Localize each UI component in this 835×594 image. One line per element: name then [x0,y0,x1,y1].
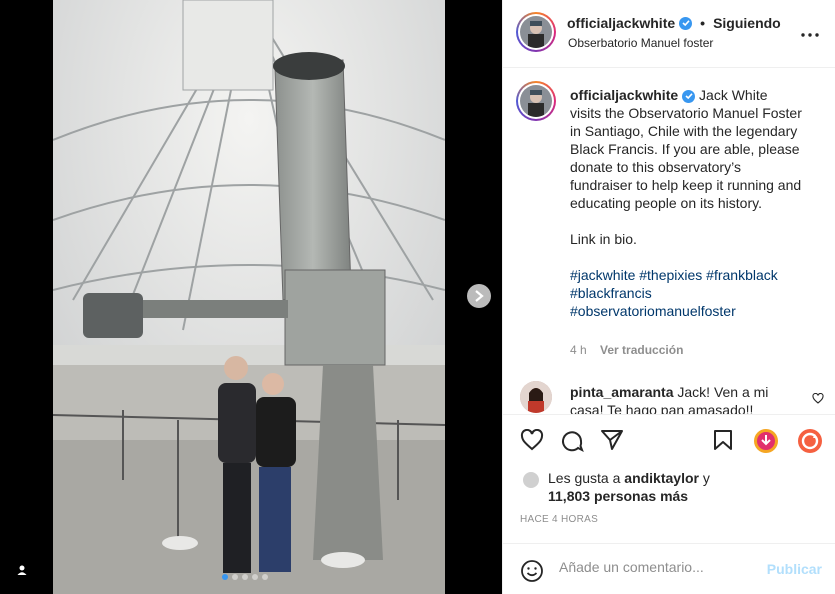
download-extension-button[interactable] [753,428,779,459]
translate-link[interactable]: Ver traducción [600,343,683,357]
comment-username[interactable]: pinta_amaranta [570,384,673,400]
heart-icon [812,392,824,404]
post-timestamp[interactable]: HACE 4 HORAS [520,514,598,525]
sync-icon [798,429,822,453]
sync-extension-button[interactable] [797,428,823,459]
author-avatar[interactable] [516,12,556,52]
carousel-indicators [222,574,268,580]
post-side-panel: officialjackwhite • Siguiendo Obserbator… [502,0,835,594]
caption-body: Jack White visits the Observatorio Manue… [570,87,802,211]
emoji-icon [521,560,543,582]
comment-icon [562,431,584,453]
add-comment-bar: Publicar [503,543,835,594]
heart-icon [520,428,544,451]
likes-prefix: Les gusta a [548,470,625,486]
observatory-photo-illustration [53,0,445,594]
download-icon [754,429,778,453]
likes-count[interactable]: 11,803 personas más [548,488,688,504]
more-options-button[interactable] [801,24,819,42]
user-tag-icon [17,565,27,575]
following-button[interactable]: Siguiendo [713,15,781,31]
separator-dot: • [700,15,706,31]
caption-avatar[interactable] [516,81,556,121]
verified-icon [682,89,696,103]
next-arrow-icon [475,290,484,302]
publish-button[interactable]: Publicar [767,561,822,577]
bookmark-icon [714,430,732,450]
carousel-dot [252,574,258,580]
comments-area[interactable]: officialjackwhite Jack White visits the … [503,69,835,414]
carousel-dot [262,574,268,580]
author-line: officialjackwhite • Siguiendo [567,15,781,31]
caption-meta: 4 h Ver traducción [570,343,683,357]
action-bar [503,414,835,464]
caption-hashtags[interactable]: #jackwhite #thepixies #frankblack #black… [570,267,778,319]
share-button[interactable] [600,429,624,456]
comment-like-button[interactable] [812,391,824,409]
share-icon [601,430,623,450]
carousel-dot [242,574,248,580]
commenter-avatar[interactable] [520,381,552,413]
post-location[interactable]: Obserbatorio Manuel foster [568,36,713,50]
save-button[interactable] [713,429,733,456]
caption-time: 4 h [570,343,587,357]
next-slide-button[interactable] [467,284,491,308]
liker-avatar[interactable] [521,470,541,490]
caption-username[interactable]: officialjackwhite [570,87,678,103]
carousel-dot [222,574,228,580]
emoji-button[interactable] [520,559,544,588]
carousel-dot [232,574,238,580]
author-username[interactable]: officialjackwhite [567,15,675,31]
caption-text: officialjackwhite Jack White visits the … [570,86,802,320]
user-tag-button[interactable] [12,560,32,580]
more-icon [801,33,819,37]
verified-icon [679,16,693,30]
post-photo [53,0,445,594]
media-pane [0,0,502,594]
caption-link-line: Link in bio. [570,231,637,247]
like-button[interactable] [520,428,544,456]
liker-username[interactable]: andiktaylor [624,470,699,486]
likes-mid: y [698,470,710,486]
comment-text: pinta_amaranta Jack! Ven a mi casa! Te h… [570,383,798,414]
comment-input[interactable] [559,559,749,575]
post-header: officialjackwhite • Siguiendo Obserbator… [503,0,835,68]
comment-button[interactable] [560,429,584,458]
likes-text: Les gusta a andiktaylor y 11,803 persona… [548,469,808,505]
